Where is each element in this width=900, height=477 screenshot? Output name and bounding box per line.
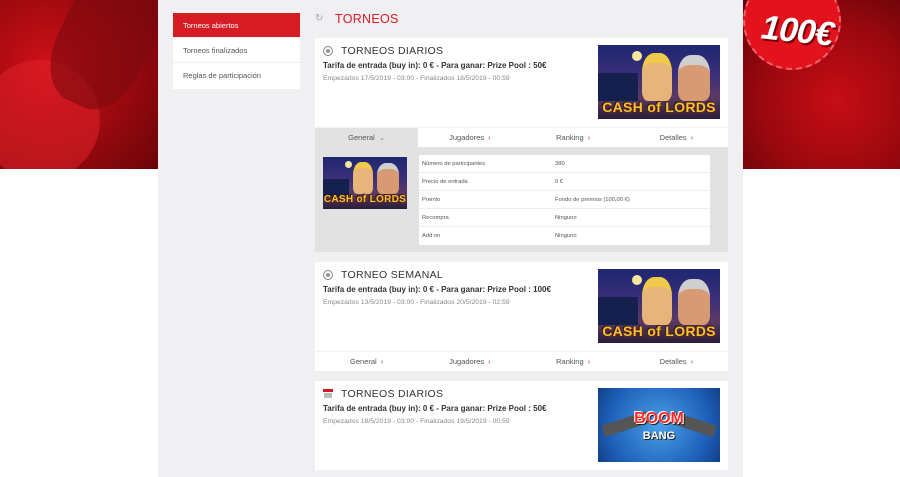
tournament-tabs: General ⌄ Jugadores › Ranking › Detalles › (315, 127, 728, 147)
table-row: Precio de entrada 0 € (419, 173, 710, 191)
game-thumbnail[interactable]: BOOM BANG (598, 388, 720, 462)
tournament-name: TORNEOS DIARIOS (341, 45, 444, 57)
content-shell: Torneos abiertos Torneos finalizados Reg… (158, 0, 743, 477)
refresh-icon: ↻ (315, 13, 324, 24)
tab-details[interactable]: Detalles › (625, 128, 728, 147)
tab-ranking[interactable]: Ranking › (522, 128, 625, 147)
promo-banner-right[interactable]: 100€ (743, 0, 900, 169)
chevron-right-icon: › (380, 357, 384, 366)
chevron-right-icon: › (690, 357, 694, 366)
chip-icon (323, 46, 333, 56)
tab-general[interactable]: General ⌄ (315, 128, 419, 147)
page-header: ↻ TORNEOS (315, 0, 728, 38)
tournament-summary: TORNEOS DIARIOS Tarifa de entrada (buy i… (315, 381, 728, 470)
table-row: Número de participantes 380 (419, 155, 710, 173)
game-logo-sub: BANG (642, 430, 676, 442)
game-logo: CASH of LORDS (602, 323, 716, 339)
table-row: Premio Fondo de premios (100,00 €) (419, 191, 710, 209)
general-panel: CASH of LORDS Número de participantes 380… (315, 147, 728, 252)
tournament-summary: TORNEO SEMANAL Tarifa de entrada (buy in… (315, 262, 728, 351)
chevron-right-icon: › (488, 133, 491, 142)
chevron-down-icon: ⌄ (378, 133, 386, 142)
tournament-tabs: General › Jugadores › Ranking › Detalles › (315, 351, 728, 371)
tab-ranking[interactable]: Ranking › (522, 352, 625, 371)
game-thumbnail-small: CASH of LORDS (323, 157, 407, 209)
chevron-right-icon: › (587, 357, 591, 366)
chevron-right-icon: › (587, 133, 591, 142)
chevron-right-icon: › (488, 357, 491, 366)
tab-details[interactable]: Detalles › (625, 352, 728, 371)
main-content: ↻ TORNEOS TORNEOS DIARIOS Tarifa de entr… (315, 0, 728, 477)
game-thumbnail[interactable]: CASH of LORDS (598, 45, 720, 119)
promo-banner-left (0, 0, 158, 169)
tab-players[interactable]: Jugadores › (418, 128, 521, 147)
tab-players[interactable]: Jugadores › (418, 352, 521, 371)
sidebar: Torneos abiertos Torneos finalizados Reg… (173, 13, 300, 89)
table-row: Add on Ninguno (422, 233, 577, 239)
table-row: Recompra Ninguno (419, 209, 710, 227)
tournament-card: TORNEO SEMANAL Tarifa de entrada (buy in… (315, 262, 728, 371)
tournament-summary: TORNEOS DIARIOS Tarifa de entrada (buy i… (315, 38, 728, 127)
chevron-right-icon: › (690, 133, 694, 142)
tournament-name: TORNEO SEMANAL (341, 269, 444, 281)
sidebar-item-finished-tournaments[interactable]: Torneos finalizados (173, 38, 300, 63)
tournament-name: TORNEOS DIARIOS (341, 388, 444, 400)
page-title: TORNEOS (335, 12, 399, 26)
chip-icon (323, 270, 333, 280)
tournament-card: TORNEOS DIARIOS Tarifa de entrada (buy i… (315, 381, 728, 470)
calendar-icon (323, 389, 333, 399)
game-logo: BOOM (634, 410, 684, 427)
game-thumbnail[interactable]: CASH of LORDS (598, 269, 720, 343)
game-logo: CASH of LORDS (602, 99, 716, 115)
sidebar-item-rules[interactable]: Reglas de participación (173, 63, 300, 89)
sidebar-item-open-tournaments[interactable]: Torneos abiertos (173, 13, 300, 38)
tournament-card: TORNEOS DIARIOS Tarifa de entrada (buy i… (315, 38, 728, 252)
details-table: Número de participantes 380 Precio de ent… (419, 155, 710, 245)
tab-general[interactable]: General › (315, 352, 418, 371)
